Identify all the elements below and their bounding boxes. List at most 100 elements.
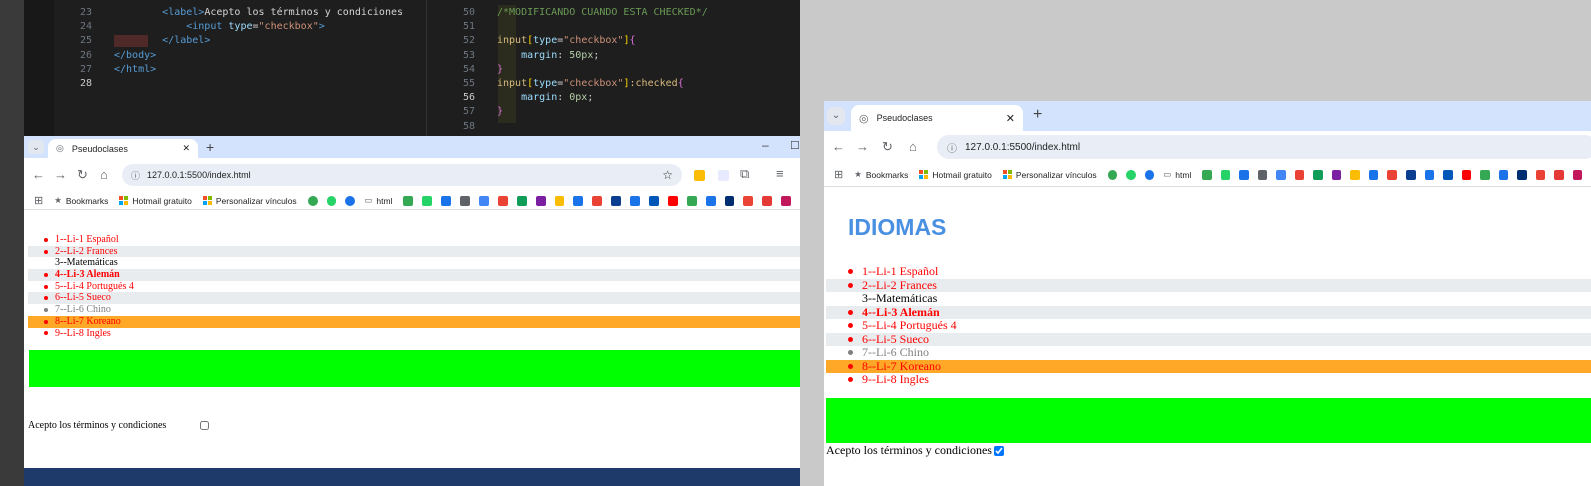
editor-split-divider[interactable] [426, 0, 427, 136]
bookmark-item[interactable]: Personalizar vínculos [1002, 170, 1097, 180]
bookmark-site-icon[interactable] [535, 195, 546, 206]
bookmark-site-icon[interactable] [307, 195, 318, 206]
editor-pane-css[interactable]: 50/*MODIFICANDO CUANDO ESTA CHECKED*/51 5… [437, 6, 708, 134]
bookmark-site-icon[interactable] [1572, 169, 1583, 180]
bookmark-site-icon[interactable] [1498, 169, 1509, 180]
bookmark-site-icon[interactable] [516, 195, 527, 206]
extension-icon[interactable] [718, 170, 729, 181]
terms-checkbox[interactable] [993, 445, 1004, 456]
bookmark-site-icon[interactable] [1517, 169, 1527, 180]
tab-search-button[interactable]: ⌄ [827, 107, 845, 125]
bookmark-site-icon[interactable] [573, 195, 584, 206]
minimize-button[interactable]: – [762, 138, 769, 152]
bookmark-item[interactable]: Hotmail gratuito [919, 170, 992, 180]
bookmark-site-icon[interactable] [611, 195, 622, 206]
address-bar[interactable]: ⓘ 127.0.0.1:5500/index.html [937, 135, 1591, 159]
code-line[interactable]: 55 input[type="checkbox"]:checked{ [437, 77, 708, 91]
terms-label[interactable]: Acepto los términos y condiciones [826, 443, 1004, 458]
bookmark-site-icon[interactable] [630, 195, 641, 206]
bookmark-site-icon[interactable] [649, 195, 659, 206]
bookmark-site-icon[interactable] [1443, 169, 1453, 180]
bookmark-site-icon[interactable] [781, 195, 792, 206]
new-tab-button[interactable]: + [1033, 106, 1042, 124]
bookmark-site-icon[interactable] [1239, 169, 1249, 180]
code-line[interactable]: 27 </html> [54, 63, 403, 77]
apps-grid-icon[interactable]: ⊞ [34, 194, 43, 207]
bookmark-site-icon[interactable] [667, 195, 678, 206]
apps-grid-icon[interactable]: ⊞ [834, 168, 843, 181]
bookmark-site-icon[interactable] [1202, 169, 1212, 180]
forward-icon[interactable]: → [54, 167, 67, 182]
bookmark-site-icon[interactable] [460, 195, 471, 206]
bookmark-site-icon[interactable] [441, 195, 452, 206]
bookmark-site-icon[interactable] [1294, 169, 1305, 180]
bookmark-site-icon[interactable] [686, 195, 697, 206]
bookmark-site-icon[interactable] [1107, 169, 1118, 180]
bookmark-site-icon[interactable] [326, 195, 337, 206]
bookmark-site-icon[interactable] [1554, 169, 1564, 180]
bookmark-site-icon[interactable] [554, 195, 565, 206]
bookmark-site-icon[interactable] [743, 195, 754, 206]
bookmark-site-icon[interactable] [1368, 169, 1379, 180]
tab-search-button[interactable]: ⌄ [28, 140, 44, 154]
code-line[interactable]: 56 margin: 0px; [437, 91, 708, 105]
bookmark-item[interactable]: ★ Bookmarks [854, 169, 908, 180]
code-line[interactable]: 52 input[type="checkbox"]{ [437, 34, 708, 48]
new-tab-button[interactable]: + [206, 139, 214, 155]
bookmark-site-icon[interactable] [479, 195, 489, 206]
bookmark-site-icon[interactable] [422, 195, 433, 206]
bookmark-site-icon[interactable] [724, 195, 735, 206]
star-icon[interactable]: ☆ [662, 168, 673, 182]
extension-icon[interactable] [694, 170, 705, 181]
bookmark-site-icon[interactable] [1406, 169, 1416, 180]
reload-icon[interactable]: ↻ [882, 139, 893, 155]
bookmark-item[interactable]: ★ Bookmarks [54, 195, 108, 206]
bookmark-site-icon[interactable] [1424, 169, 1435, 180]
bookmark-site-icon[interactable] [1313, 169, 1323, 180]
bookmark-site-icon[interactable] [345, 195, 356, 206]
bookmark-site-icon[interactable] [1480, 169, 1490, 180]
bookmark-site-icon[interactable] [1126, 169, 1136, 180]
reload-icon[interactable]: ↻ [77, 167, 88, 183]
bookmark-site-icon[interactable] [1535, 169, 1546, 180]
code-line[interactable]: 54} [437, 63, 708, 77]
bookmark-site-icon[interactable] [1144, 169, 1155, 180]
terms-label[interactable]: Acepto los términos y condiciones [28, 420, 210, 431]
bookmark-site-icon[interactable] [403, 195, 414, 206]
bookmark-site-icon[interactable] [1331, 169, 1342, 180]
bookmark-site-icon[interactable] [497, 195, 508, 206]
reading-list-icon[interactable]: ≡ [776, 166, 784, 181]
puzzle-extensions-icon[interactable]: ⧉ [740, 166, 749, 182]
code-line[interactable]: 28 [54, 77, 403, 91]
site-info-icon[interactable]: ⓘ [947, 140, 957, 155]
tab-pseudoclases[interactable]: ◎ Pseudoclases ✕ [851, 105, 1023, 131]
bookmark-item[interactable]: Hotmail gratuito [119, 196, 192, 206]
code-line[interactable]: 58 [437, 120, 708, 134]
bookmark-site-icon[interactable] [1350, 169, 1360, 180]
back-icon[interactable]: ← [32, 167, 45, 182]
maximize-button[interactable]: ☐ [790, 139, 800, 152]
close-tab-icon[interactable]: ✕ [182, 143, 190, 154]
close-tab-icon[interactable]: ✕ [1006, 112, 1015, 125]
bookmark-item[interactable]: Personalizar vínculos [202, 196, 297, 206]
site-info-icon[interactable]: ⓘ [131, 169, 140, 182]
code-line[interactable]: 25 </label> [54, 34, 403, 48]
bookmark-site-icon[interactable] [705, 195, 716, 206]
bookmark-site-icon[interactable] [1220, 169, 1231, 180]
bookmark-site-icon[interactable] [762, 195, 773, 206]
bookmark-item[interactable]: ▭ html [364, 195, 392, 206]
bookmark-item[interactable]: ▭ html [1163, 169, 1191, 180]
terms-checkbox[interactable] [200, 421, 210, 430]
bookmark-site-icon[interactable] [1276, 169, 1286, 180]
code-line[interactable]: 51 [437, 20, 708, 34]
code-line[interactable]: 50 /*MODIFICANDO CUANDO ESTA CHECKED*/ [437, 6, 708, 20]
bookmark-site-icon[interactable] [1257, 169, 1268, 180]
code-line[interactable]: 26 </body> [54, 49, 403, 63]
address-bar[interactable]: ⓘ 127.0.0.1:5500/index.html ☆ [122, 164, 682, 186]
bookmark-site-icon[interactable] [1387, 169, 1397, 180]
code-line[interactable]: 24 <input type="checkbox"> [54, 20, 403, 34]
bookmark-site-icon[interactable] [592, 195, 603, 206]
back-icon[interactable]: ← [832, 139, 845, 154]
code-line[interactable]: 23 <label>Acepto los términos y condicio… [54, 6, 403, 20]
editor-pane-html[interactable]: 23 <label>Acepto los términos y condicio… [54, 6, 403, 91]
